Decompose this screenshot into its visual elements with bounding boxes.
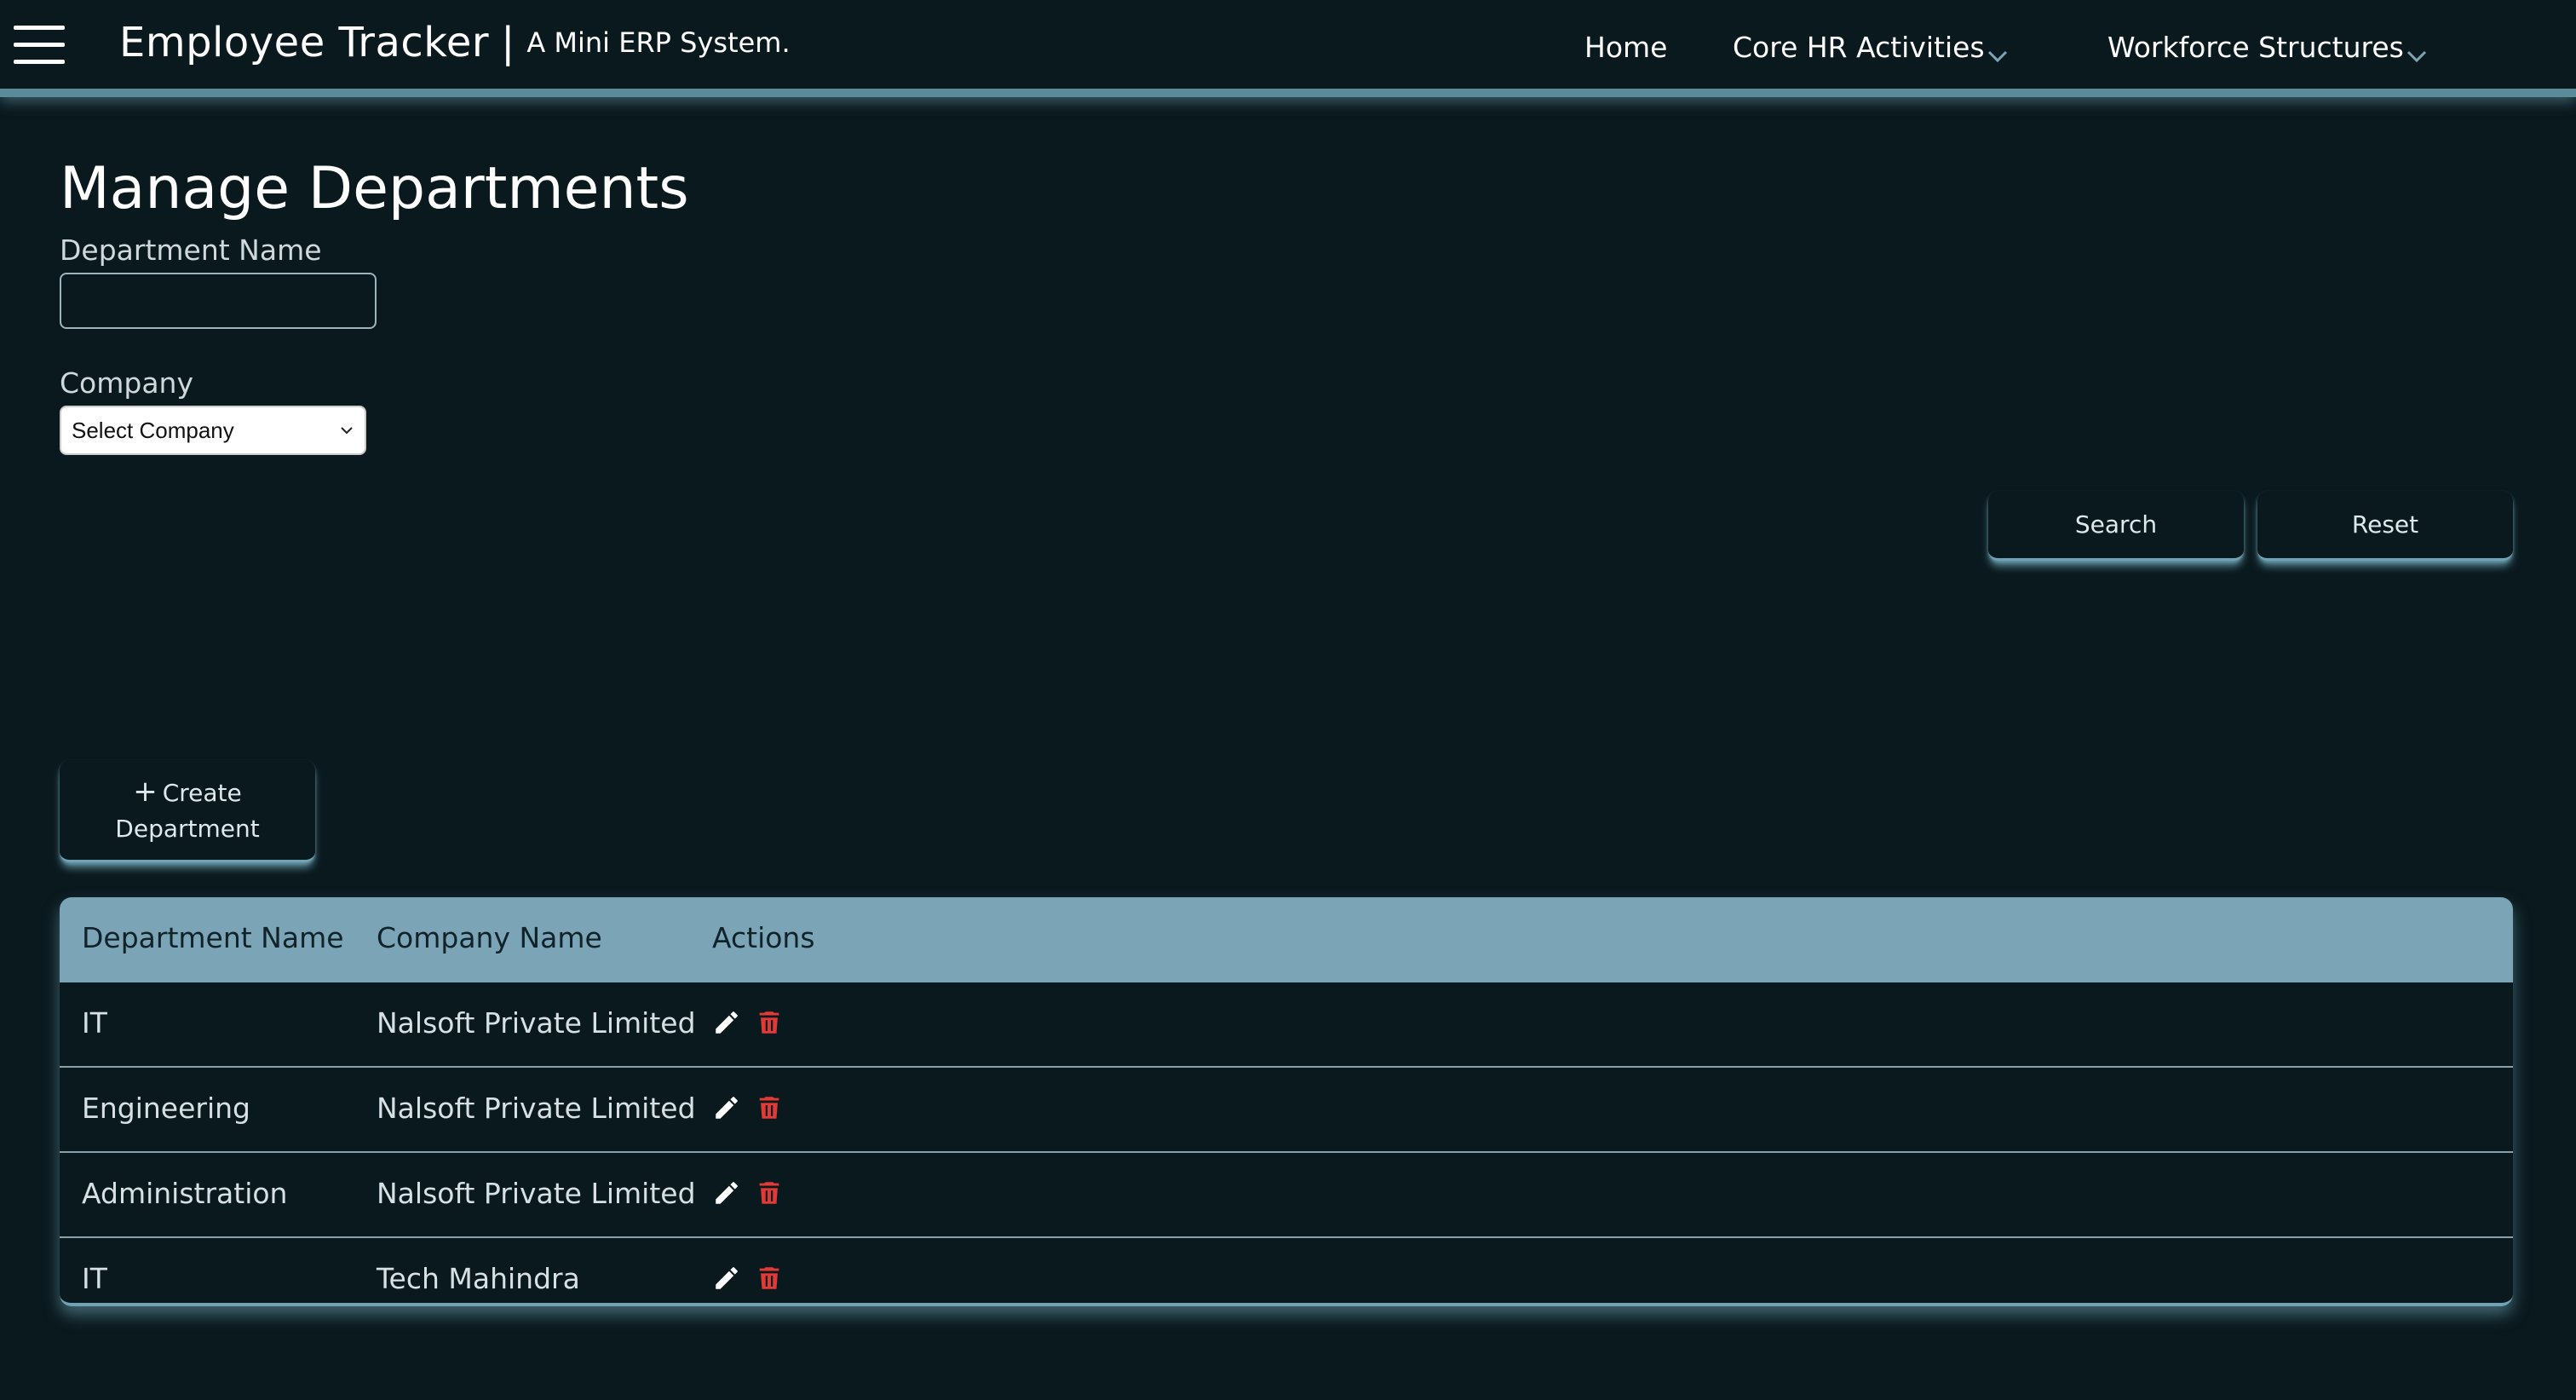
cell-department: IT <box>82 1006 107 1040</box>
cell-company: Tech Mahindra <box>377 1262 580 1295</box>
cell-company: Nalsoft Private Limited <box>377 1177 696 1210</box>
cell-company: Nalsoft Private Limited <box>377 1006 696 1040</box>
create-label: Create <box>162 778 242 807</box>
plus-icon: + <box>133 774 158 809</box>
nav-home-label: Home <box>1584 30 1668 64</box>
trash-delete-icon[interactable] <box>755 1093 784 1122</box>
hamburger-menu-icon[interactable] <box>14 26 65 65</box>
app-title: Employee Tracker <box>119 19 490 66</box>
table-row: Administration Nalsoft Private Limited <box>60 1153 2513 1238</box>
app-subtitle: A Mini ERP System. <box>526 26 791 59</box>
table-row: IT Tech Mahindra <box>60 1238 2513 1303</box>
table-row: Engineering Nalsoft Private Limited <box>60 1068 2513 1153</box>
menu-bar <box>14 43 65 47</box>
pencil-edit-icon[interactable] <box>712 1093 741 1122</box>
trash-delete-icon[interactable] <box>755 1178 784 1207</box>
nav-workforce-structures[interactable]: Workforce Structures <box>2107 26 2428 68</box>
pencil-edit-icon[interactable] <box>712 1178 741 1207</box>
menu-bar <box>14 60 65 64</box>
company-label: Company <box>60 366 193 400</box>
create-department-button[interactable]: + Create Department <box>60 760 315 862</box>
row-actions <box>712 1093 784 1122</box>
header-company-name: Company Name <box>377 921 602 954</box>
row-actions <box>712 1008 784 1037</box>
pencil-edit-icon[interactable] <box>712 1264 741 1293</box>
top-navbar: Employee Tracker | A Mini ERP System. Ho… <box>0 0 2576 97</box>
brand-separator: | <box>501 19 515 66</box>
menu-bar <box>14 26 65 30</box>
cell-department: Administration <box>82 1177 288 1210</box>
company-select-value: Select Company <box>72 417 234 443</box>
cell-company: Nalsoft Private Limited <box>377 1092 696 1125</box>
header-actions: Actions <box>712 921 815 954</box>
search-button[interactable]: Search <box>1988 491 2244 561</box>
header-department-name: Department Name <box>82 921 344 954</box>
nav-workforce-label: Workforce Structures <box>2107 30 2404 64</box>
department-name-label: Department Name <box>60 233 322 267</box>
departments-table: Department Name Company Name Actions IT … <box>60 897 2513 1306</box>
nav-home[interactable]: Home <box>1584 26 1667 68</box>
page-title: Manage Departments <box>60 155 689 222</box>
table-row: IT Nalsoft Private Limited <box>60 982 2513 1068</box>
trash-delete-icon[interactable] <box>755 1264 784 1293</box>
cell-department: Engineering <box>82 1092 250 1125</box>
table-header: Department Name Company Name Actions <box>60 897 2513 982</box>
brand: Employee Tracker | A Mini ERP System. <box>119 17 791 68</box>
row-actions <box>712 1264 784 1293</box>
trash-delete-icon[interactable] <box>755 1008 784 1037</box>
pencil-edit-icon[interactable] <box>712 1008 741 1037</box>
chevron-down-icon <box>341 427 353 435</box>
nav-core-hr-label: Core HR Activities <box>1733 30 1985 64</box>
create-line-2: Department <box>115 814 260 843</box>
row-actions <box>712 1178 784 1207</box>
create-line-1: + Create <box>133 774 242 811</box>
company-select[interactable]: Select Company <box>60 406 366 455</box>
department-name-input[interactable] <box>60 273 377 329</box>
chevron-down-icon <box>1987 38 2009 63</box>
cell-department: IT <box>82 1262 107 1295</box>
nav-core-hr-activities[interactable]: Core HR Activities <box>1733 26 2009 68</box>
chevron-down-icon <box>2406 38 2428 63</box>
reset-button[interactable]: Reset <box>2257 491 2513 561</box>
